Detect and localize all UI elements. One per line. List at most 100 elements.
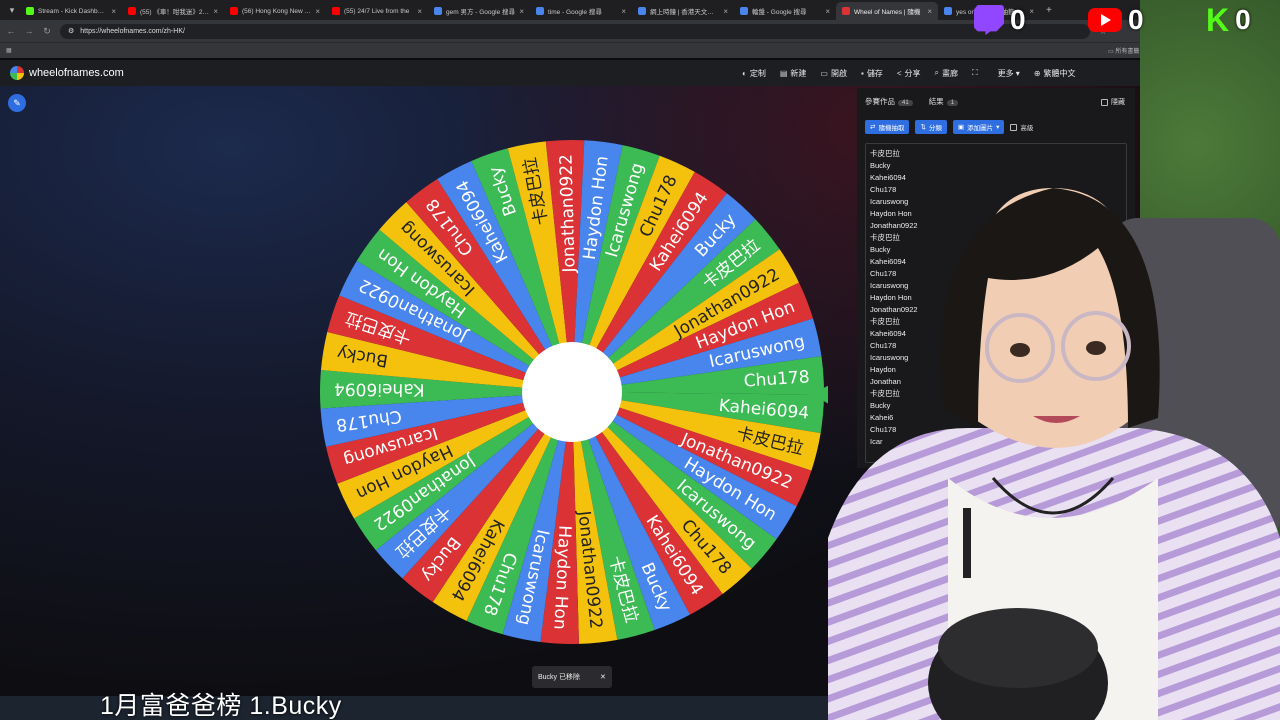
streamer-webcam xyxy=(828,188,1280,720)
tab-favicon-icon xyxy=(26,7,34,15)
results-count-badge: 1 xyxy=(946,100,959,106)
site-info-icon[interactable]: ⚙ xyxy=(68,27,74,35)
tab-entries-label: 參賽作品 xyxy=(865,97,895,106)
twitch-counter: 0 xyxy=(974,4,1026,36)
search-icon: ⌕ xyxy=(934,68,939,77)
name-wheel[interactable]: Kahei6094卡皮巴拉Jonathan0922Haydon HonIcaru… xyxy=(316,136,828,648)
tab-favicon-icon xyxy=(434,7,442,15)
tab-close-icon[interactable]: × xyxy=(213,7,218,16)
tab-close-icon[interactable]: × xyxy=(519,7,524,16)
tab-close-icon[interactable]: × xyxy=(111,7,116,16)
app-header: wheelofnames.com ◐ 定制 ▤ 新建 ▭ 開啟 ▪ 儲存 < 分享 ⌕ 畫廊 ⛶ 更多 ▾… xyxy=(0,60,1150,86)
tab-title: 輪盤 - Google 搜尋 xyxy=(752,9,807,16)
advanced-toggle[interactable]: 高級 xyxy=(1010,122,1033,132)
tab-favicon-icon xyxy=(842,7,850,15)
tab-favicon-icon xyxy=(128,7,136,15)
menu-item-label: 儲存 xyxy=(866,68,883,78)
palette-icon: ◐ xyxy=(742,68,747,78)
kick-count: 0 xyxy=(1235,4,1251,35)
site-logo-text: wheelofnames.com xyxy=(29,67,124,79)
menu-item-label: 新建 xyxy=(790,68,807,78)
url-field[interactable]: ⚙ https://wheelofnames.com/zh-HK/ xyxy=(60,23,1090,39)
wheel-center-hub[interactable] xyxy=(522,342,622,442)
menu-item[interactable]: ▪ 儲存 xyxy=(861,68,883,79)
tab-close-icon[interactable]: × xyxy=(621,7,626,16)
tab-close-icon[interactable]: × xyxy=(723,7,728,16)
browser-tab[interactable]: Stream - Kick Dashboard × xyxy=(20,2,122,20)
back-icon[interactable]: ← xyxy=(6,26,16,36)
all-bookmarks-label: 所有書籤 xyxy=(1115,49,1140,55)
add-image-button[interactable]: ▣ 添加圖片 ▾ xyxy=(952,120,1005,134)
browser-tab[interactable]: 網上時鐘 | 香港天文台(HKO) × xyxy=(632,2,734,20)
shuffle-icon: ⇄ xyxy=(870,124,876,131)
tab-title: (55) 24/7 Live from the xyxy=(344,7,410,15)
menu-item[interactable]: ⊕ 繁體中文 xyxy=(1034,68,1076,79)
advanced-checkbox-icon xyxy=(1010,123,1018,131)
forward-icon[interactable]: → xyxy=(24,26,34,36)
new-icon: ▤ xyxy=(779,68,788,78)
entry-line: 卡皮巴拉 xyxy=(870,149,900,158)
screen: ▾ Stream - Kick Dashboard × (55) 《車！咁我迷》20… xyxy=(0,0,1280,720)
reload-icon[interactable]: ↻ xyxy=(42,26,52,37)
kick-counter: K 0 xyxy=(1206,4,1251,36)
chevron-down-icon: ▾ xyxy=(996,124,1000,131)
site-logo[interactable]: wheelofnames.com xyxy=(10,66,124,80)
browser-tab[interactable]: time - Google 搜尋 × xyxy=(530,2,632,20)
all-bookmarks[interactable]: ▭ 所有書籤 xyxy=(1108,46,1139,55)
sort-button[interactable]: ⇅ 分類 xyxy=(915,120,947,134)
menu-item[interactable]: ◐ 定制 xyxy=(742,68,766,79)
wheel-slice-label: Jonathan0922 xyxy=(556,154,579,274)
browser-tab[interactable]: 輪盤 - Google 搜尋 × xyxy=(734,2,836,20)
tab-title: Stream - Kick Dashboard xyxy=(38,7,108,15)
edit-pencil-icon[interactable]: ✎ xyxy=(8,94,26,112)
menu-item-label: 分享 xyxy=(904,68,921,78)
hide-label: 隱藏 xyxy=(1111,99,1125,106)
tab-entries[interactable]: 參賽作品 41 xyxy=(865,96,913,107)
toast-text: Bucky 已移除 xyxy=(538,674,581,681)
tab-favicon-icon xyxy=(230,7,238,15)
advanced-label: 高級 xyxy=(1020,125,1034,132)
apps-icon[interactable]: ▦ xyxy=(6,47,12,54)
add-image-label: 添加圖片 xyxy=(967,125,994,132)
tab-results[interactable]: 結果 1 xyxy=(928,96,959,107)
save-icon: ▪ xyxy=(860,68,864,78)
sort-label: 分類 xyxy=(928,125,942,132)
open-icon: ▭ xyxy=(820,68,828,78)
stream-caption: 1月富爸爸榜 1.Bucky xyxy=(100,692,342,720)
tab-results-label: 結果 xyxy=(928,97,944,106)
tab-favicon-icon xyxy=(536,7,544,15)
menu-item-label: 繁體中文 xyxy=(1043,68,1076,78)
menu-item[interactable]: < 分享 xyxy=(897,68,921,79)
youtube-counter: 0 xyxy=(1088,4,1144,36)
tab-title: gem 男方 - Google 搜尋 xyxy=(446,9,515,16)
menu-item[interactable]: ▭ 開啟 xyxy=(820,68,847,79)
stream-counters: 0 0 K 0 xyxy=(970,0,1280,46)
entries-count-badge: 41 xyxy=(898,100,913,106)
menu-item[interactable]: ⛶ xyxy=(972,68,981,78)
browser-tab[interactable]: (56) Hong Kong New Year × xyxy=(224,2,326,20)
tab-title: 網上時鐘 | 香港天文台(HKO) xyxy=(650,9,719,16)
shuffle-button[interactable]: ⇄ 隨機抽取 xyxy=(865,120,910,134)
tab-close-icon[interactable]: × xyxy=(825,7,830,16)
twitch-count: 0 xyxy=(1010,4,1026,35)
browser-tab[interactable]: (55) 24/7 Live from the × xyxy=(326,2,428,20)
toast-close-icon[interactable]: ✕ xyxy=(600,673,606,681)
tab-close-icon[interactable]: × xyxy=(315,7,320,16)
share-icon: < xyxy=(896,68,902,78)
tab-close-icon[interactable]: × xyxy=(927,7,932,16)
browser-tab[interactable]: (55) 《車！咁我迷》2024 × xyxy=(122,2,224,20)
tab-favicon-icon xyxy=(740,7,748,15)
tab-close-icon[interactable]: × xyxy=(417,7,422,16)
browser-tab[interactable]: Wheel of Names | 隨機 × xyxy=(836,2,938,20)
menu-item-label: 更多 ▾ xyxy=(997,68,1020,78)
wheel-logo-icon xyxy=(10,66,24,80)
menu-item[interactable]: ⌕ 畫廊 xyxy=(934,68,957,79)
entry-line: Bucky xyxy=(870,161,891,170)
browser-tab[interactable]: gem 男方 - Google 搜尋 × xyxy=(428,2,530,20)
tab-search-icon[interactable]: ▾ xyxy=(4,2,20,18)
tab-favicon-icon xyxy=(638,7,646,15)
menu-item[interactable]: ▤ 新建 xyxy=(780,68,807,79)
menu-item[interactable]: 更多 ▾ xyxy=(995,68,1020,79)
hide-toggle[interactable]: 隱藏 xyxy=(1101,97,1125,107)
tab-title: time - Google 搜尋 xyxy=(548,9,602,16)
